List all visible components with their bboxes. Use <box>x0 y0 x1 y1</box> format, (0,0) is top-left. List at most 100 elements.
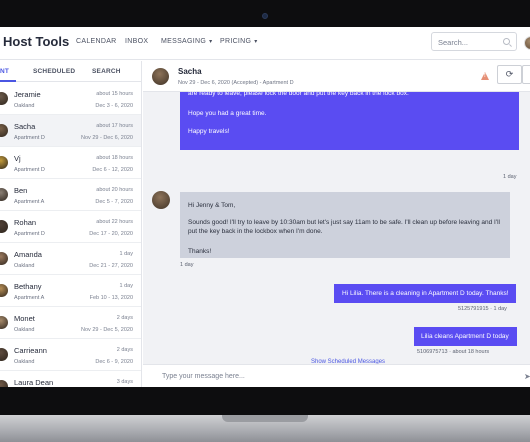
conversation-item[interactable]: Sacha Apartment D about 17 hours Nov 29 - D… <box>0 115 141 147</box>
conversation-item[interactable]: Carrieann Oakland 2 days Dec 6 - 9, 2020 <box>0 339 141 371</box>
guest-name[interactable]: Sacha <box>178 67 202 76</box>
guest-name: Monet <box>14 314 35 323</box>
conversation-item[interactable]: Bethany Apartment A 1 day Feb 10 - 13, 2020 <box>0 275 141 307</box>
guest-name: Ben <box>14 186 28 195</box>
guest-name: Amanda <box>14 250 42 259</box>
message-text: Hi Lilia. There is a cleaning in Apartme… <box>342 290 509 297</box>
sidebar-tabs: NT SCHEDULED SEARCH <box>0 61 141 82</box>
search-placeholder: Search... <box>438 38 469 47</box>
nav-messaging[interactable]: MESSAGING ▾ <box>161 38 212 45</box>
guest-avatar <box>152 68 169 85</box>
refresh-icon: ⟳ <box>505 69 514 79</box>
property-name: Oakland <box>14 263 35 269</box>
guest-avatar <box>0 124 8 137</box>
last-message-time: about 17 hours <box>96 123 133 129</box>
guest-name: Bethany <box>14 282 42 291</box>
search-input[interactable]: Search... <box>431 32 517 51</box>
message-text: Sounds good! I'll try to leave by 10:30a… <box>188 219 500 235</box>
last-message-time: 1 day <box>119 283 133 289</box>
reservation-dates: Dec 5 - 7, 2020 <box>95 199 133 205</box>
camera-icon <box>262 13 268 19</box>
conversation-item[interactable]: Ben Apartment A about 20 hours Dec 5 - 7, 2… <box>0 179 141 211</box>
guest-avatar <box>0 92 8 105</box>
composer-placeholder: Type your message here... <box>162 373 245 380</box>
conversation-item[interactable]: Laura Dean 3 days <box>0 371 141 387</box>
tab-recent[interactable]: NT <box>0 68 9 75</box>
conversation-item[interactable]: Monet Oakland 2 days Nov 29 - Dec 5, 2020 <box>0 307 141 339</box>
reservation-dates: Dec 3 - 6, 2020 <box>95 103 133 109</box>
nav-pricing[interactable]: PRICING ▾ <box>220 38 258 45</box>
message-text: Happy travels! <box>188 128 230 135</box>
guest-avatar <box>0 348 8 361</box>
property-name: Apartment D <box>14 135 45 141</box>
reservation-dates: Dec 6 - 9, 2020 <box>95 359 133 365</box>
nav-calendar[interactable]: CALENDAR <box>76 38 117 45</box>
reservation-dates: Feb 10 - 13, 2020 <box>89 295 133 301</box>
last-message-time: 3 days <box>116 379 133 385</box>
guest-name: Sacha <box>14 122 36 131</box>
message-outgoing: Hi Lilia. There is a cleaning in Apartme… <box>334 284 516 303</box>
top-navbar: Host Tools CALENDAR INBOX MESSAGING ▾ PRI… <box>0 27 530 60</box>
guest-name: Rohan <box>14 218 37 227</box>
conversation-sidebar: NT SCHEDULED SEARCH Jeramie Oakland about … <box>0 61 142 387</box>
last-message-time: 2 days <box>116 315 133 321</box>
chat-header: Sacha Nov 29 - Dec 6, 2020 (Accepted) - … <box>143 61 530 92</box>
property-name: Oakland <box>14 327 35 333</box>
message-text: Lilia cleans Apartment D today <box>421 333 509 340</box>
user-avatar[interactable] <box>524 36 530 50</box>
property-name: Apartment A <box>14 199 45 205</box>
message-timestamp: 5106975713 · about 18 hours <box>417 349 490 355</box>
refresh-button[interactable]: ⟳ <box>497 65 522 84</box>
reservation-details: Nov 29 - Dec 6, 2020 (Accepted) - Apartm… <box>178 80 294 86</box>
guest-avatar <box>0 252 8 265</box>
last-message-time: about 20 hours <box>96 187 133 193</box>
message-outgoing: are ready to leave, please lock the door… <box>180 90 519 150</box>
property-name: Apartment A <box>14 295 45 301</box>
property-name: Apartment D <box>14 231 45 237</box>
message-incoming: Hi Jenny & Tom, Sounds good! I'll try to… <box>180 192 510 258</box>
guest-avatar <box>0 316 8 329</box>
tab-scheduled[interactable]: SCHEDULED <box>33 68 75 75</box>
tab-search[interactable]: SEARCH <box>92 68 121 75</box>
guest-name: Laura Dean <box>14 378 54 387</box>
conversation-item[interactable]: Vj Apartment D about 18 hours Dec 6 - 12, 2… <box>0 147 141 179</box>
send-icon[interactable]: ➤ <box>524 372 530 381</box>
property-name: Apartment D <box>14 167 45 173</box>
reservation-dates: Dec 21 - 27, 2020 <box>89 263 133 269</box>
last-message-time: 1 day <box>119 251 133 257</box>
laptop-bezel-top <box>0 0 530 27</box>
property-name: Oakland <box>14 359 35 365</box>
last-message-time: about 22 hours <box>96 219 133 225</box>
app-logo[interactable]: Host Tools <box>3 34 69 49</box>
guest-avatar <box>0 380 8 387</box>
message-text: Hope you had a great time. <box>188 110 267 117</box>
active-tab-indicator <box>0 80 16 82</box>
conversation-item[interactable]: Rohan Apartment D about 22 hours Dec 17 - 2… <box>0 211 141 243</box>
laptop-notch <box>222 415 308 422</box>
laptop-bezel-bottom <box>0 387 530 415</box>
message-text: Hi Jenny & Tom, <box>188 202 236 209</box>
chevron-down-icon: ▾ <box>209 39 213 45</box>
last-message-time: about 18 hours <box>96 155 133 161</box>
message-outgoing: Lilia cleans Apartment D today <box>414 327 517 346</box>
message-timestamp: 5125791915 · 1 day <box>458 306 507 312</box>
search-icon <box>503 38 510 45</box>
warning-icon[interactable] <box>481 72 489 80</box>
guest-name: Vj <box>14 154 21 163</box>
nav-inbox[interactable]: INBOX <box>125 38 148 45</box>
conversation-item[interactable]: Amanda Oakland 1 day Dec 21 - 27, 2020 <box>0 243 141 275</box>
guest-avatar <box>0 284 8 297</box>
reservation-dates: Nov 29 - Dec 5, 2020 <box>81 327 133 333</box>
more-button[interactable] <box>522 65 530 84</box>
message-composer[interactable]: Type your message here... ➤ <box>143 364 530 387</box>
reservation-dates: Dec 17 - 20, 2020 <box>89 231 133 237</box>
chevron-down-icon: ▾ <box>254 39 258 45</box>
app-screen: Host Tools CALENDAR INBOX MESSAGING ▾ PRI… <box>0 27 530 387</box>
reservation-dates: Nov 29 - Dec 6, 2020 <box>81 135 133 141</box>
property-name: Oakland <box>14 103 35 109</box>
chat-panel: Sacha Nov 29 - Dec 6, 2020 (Accepted) - … <box>143 61 530 387</box>
conversation-item[interactable]: Jeramie Oakland about 15 hours Dec 3 - 6, 2… <box>0 83 141 115</box>
guest-avatar <box>0 188 8 201</box>
guest-avatar <box>0 156 8 169</box>
message-text: are ready to leave, please lock the door… <box>188 90 409 97</box>
